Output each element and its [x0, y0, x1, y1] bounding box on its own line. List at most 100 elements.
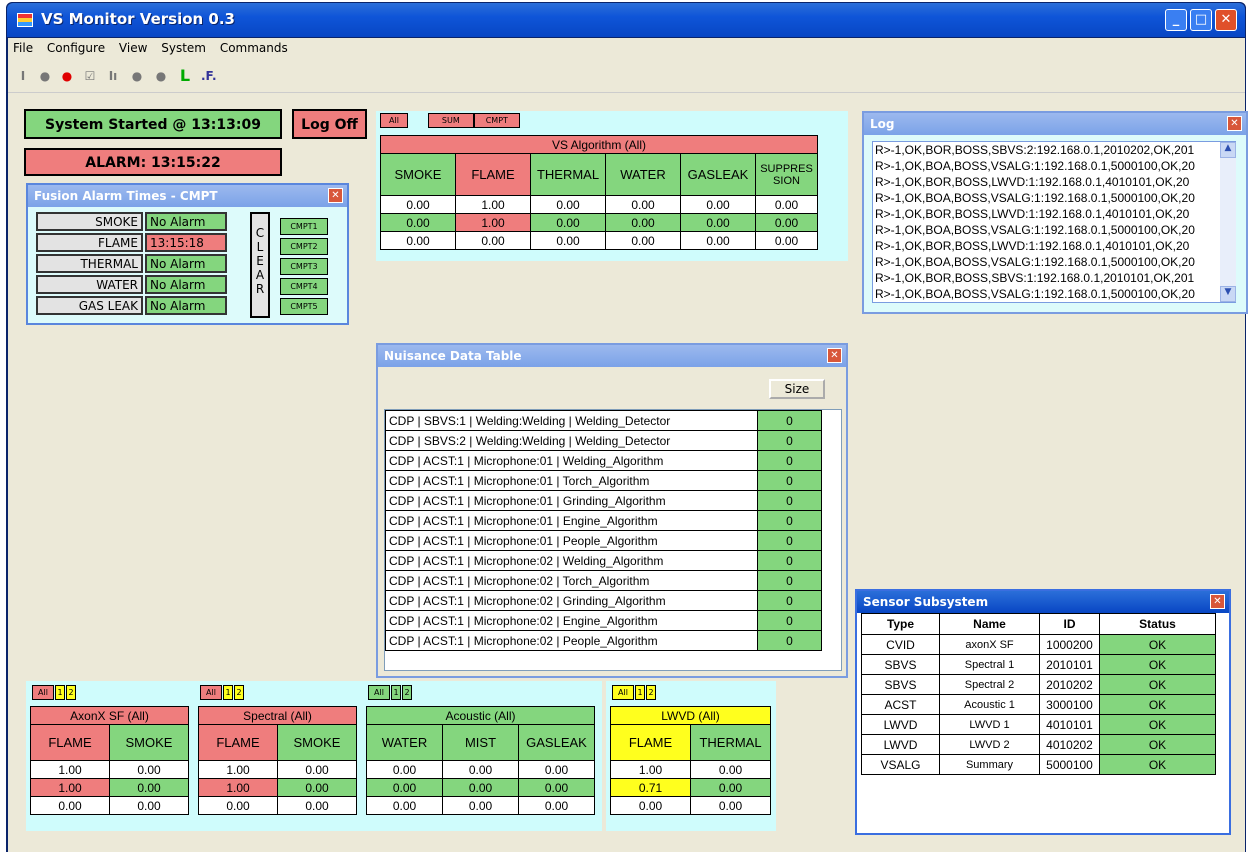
cmpt2-button[interactable]: CMPT2 [280, 238, 328, 255]
cmpt4-button[interactable]: CMPT4 [280, 278, 328, 295]
sensor-close-icon[interactable]: ✕ [1210, 594, 1225, 609]
nuisance-row[interactable]: CDP | ACST:1 | Microphone:02 | Torch_Alg… [385, 570, 822, 591]
block-cell: 0.00 [690, 760, 771, 779]
sensor-row[interactable]: LWVD LWVD 2 4010202 OK [861, 734, 1216, 755]
nuisance-row[interactable]: CDP | ACST:1 | Microphone:02 | Engine_Al… [385, 610, 822, 631]
nuisance-label: CDP | ACST:1 | Microphone:02 | Grinding_… [385, 590, 758, 611]
block-title-row: LWVD (All) [610, 706, 771, 725]
block-cell: 0.00 [277, 778, 357, 797]
toolbar-f-icon[interactable]: .F. [201, 69, 217, 83]
nuisance-row[interactable]: CDP | ACST:1 | Microphone:02 | People_Al… [385, 630, 822, 651]
nuisance-count: 0 [757, 430, 822, 451]
sensor-grid: Type Name ID Status CVID axonX SF 1000200 OK SBV… [861, 613, 1216, 775]
menu-configure[interactable]: Configure [42, 38, 110, 58]
cmpt3-button[interactable]: CMPT3 [280, 258, 328, 275]
log-scrollbar[interactable]: ▲ ▼ [1220, 142, 1236, 302]
vsalg-tab-sum[interactable]: SUM [427, 113, 474, 128]
sensor-cell: OK [1099, 694, 1216, 715]
sensor-row[interactable]: ACST Acoustic 1 3000100 OK [861, 694, 1216, 715]
block-tab-all[interactable]: All [200, 685, 222, 700]
sensor-row[interactable]: SBVS Spectral 2 2010202 OK [861, 674, 1216, 695]
block-row: 0.00 0.00 0.00 [366, 796, 595, 815]
block-tab-all[interactable]: All [32, 685, 54, 700]
cmpt5-button[interactable]: CMPT5 [280, 298, 328, 315]
sensor-row[interactable]: CVID axonX SF 1000200 OK [861, 634, 1216, 655]
nuisance-close-icon[interactable]: ✕ [827, 348, 842, 363]
clear-button[interactable]: C L E A R [250, 212, 270, 318]
sensor-row[interactable]: LWVD LWVD 1 4010101 OK [861, 714, 1216, 735]
block-tab-1[interactable]: 1 [391, 685, 401, 700]
sensor-title-bar: Sensor Subsystem [857, 591, 1229, 613]
fusion-label-flame: FLAME [36, 233, 143, 252]
sensor-row[interactable]: SBVS Spectral 1 2010101 OK [861, 654, 1216, 675]
log-scroll-up-icon[interactable]: ▲ [1220, 142, 1236, 158]
cmpt1-button[interactable]: CMPT1 [280, 218, 328, 235]
nuisance-count: 0 [757, 570, 822, 591]
nuisance-row[interactable]: CDP | ACST:1 | Microphone:02 | Grinding_… [385, 590, 822, 611]
block-title: Acoustic (All) [366, 706, 595, 725]
menu-file[interactable]: File [8, 38, 38, 58]
block-tab-2[interactable]: 2 [402, 685, 412, 700]
toolbar-check-icon[interactable]: ☑ [83, 69, 97, 83]
sensor-cell: 2010101 [1039, 654, 1100, 675]
nuisance-row[interactable]: CDP | SBVS:2 | Welding:Welding | Welding… [385, 430, 822, 451]
sensor-row[interactable]: VSALG Summary 5000100 OK [861, 754, 1216, 775]
block-tab-all[interactable]: All [368, 685, 390, 700]
nuisance-row[interactable]: CDP | ACST:1 | Microphone:01 | Grinding_… [385, 490, 822, 511]
vsalg-cell: 1.00 [455, 195, 531, 214]
block-tab-1[interactable]: 1 [223, 685, 233, 700]
nuisance-row[interactable]: CDP | SBVS:1 | Welding:Welding | Welding… [385, 410, 822, 431]
block-cell: 0.00 [109, 778, 189, 797]
block-cell: 0.00 [518, 796, 595, 815]
log-scroll-down-icon[interactable]: ▼ [1220, 286, 1236, 302]
sensor-cell: OK [1099, 634, 1216, 655]
log-title: Log [870, 117, 895, 131]
nuisance-row[interactable]: CDP | ACST:1 | Microphone:02 | Welding_A… [385, 550, 822, 571]
toolbar-cloud2-icon[interactable]: ● [154, 69, 168, 83]
maximize-button[interactable]: □ [1190, 9, 1212, 31]
log-off-button[interactable]: Log Off [292, 109, 367, 139]
log-close-icon[interactable]: ✕ [1227, 116, 1242, 131]
log-list[interactable]: R>-1,OK,BOR,BOSS,SBVS:2:192.168.0.1,2010… [872, 141, 1236, 303]
block-tab-2[interactable]: 2 [234, 685, 244, 700]
nuisance-label: CDP | SBVS:2 | Welding:Welding | Welding… [385, 430, 758, 451]
title-bar[interactable]: VS Monitor Version 0.3 _ □ ✕ [7, 3, 1245, 37]
block-tab-all[interactable]: All [612, 685, 634, 700]
menu-commands[interactable]: Commands [215, 38, 293, 58]
menu-system[interactable]: System [156, 38, 211, 58]
close-button[interactable]: ✕ [1215, 9, 1237, 31]
nuisance-row[interactable]: CDP | ACST:1 | Microphone:01 | Engine_Al… [385, 510, 822, 531]
block-cell: 0.00 [366, 796, 443, 815]
sensor-col-id: ID [1039, 613, 1100, 635]
nuisance-row[interactable]: CDP | ACST:1 | Microphone:01 | Welding_A… [385, 450, 822, 471]
vsalg-tab-cmpt[interactable]: CMPT [473, 113, 520, 128]
block-tab-2[interactable]: 2 [646, 685, 656, 700]
toolbar-cloud-icon[interactable]: ● [130, 69, 144, 83]
sensor-cell: VSALG [861, 754, 940, 775]
block-tab-1[interactable]: 1 [55, 685, 65, 700]
vsalg-tab-all[interactable]: All [380, 113, 408, 128]
nuisance-row[interactable]: CDP | ACST:1 | Microphone:01 | People_Al… [385, 530, 822, 551]
nuisance-row[interactable]: CDP | ACST:1 | Microphone:01 | Torch_Alg… [385, 470, 822, 491]
minimize-button[interactable]: _ [1165, 9, 1187, 31]
toolbar-record-icon[interactable]: ● [60, 69, 74, 83]
block-row: 0.00 0.00 [198, 796, 357, 815]
sensor-block-1: All 1 2 Spectral (All) FLAME SMOKE 1.00 0.00 1.0… [194, 681, 362, 831]
block-tab-1[interactable]: 1 [635, 685, 645, 700]
toolbar-graph-icon[interactable]: Iı [106, 69, 120, 83]
vsalg-cell: 0.00 [380, 213, 456, 232]
toolbar-l-icon[interactable]: L [178, 68, 192, 84]
sensor-cell: SBVS [861, 674, 940, 695]
toolbar-i-icon[interactable]: I [16, 69, 30, 83]
vs-algorithm-panel: All SUM CMPT VS Algorithm (All) SMOKE FLAME… [376, 111, 848, 261]
block-tab-2[interactable]: 2 [66, 685, 76, 700]
vsalg-cell: 0.00 [755, 231, 818, 250]
sensor-block-0: All 1 2 AxonX SF (All) FLAME SMOKE 1.00 0.00 1.0… [26, 681, 194, 831]
nuisance-count: 0 [757, 510, 822, 531]
sensor-cell: CVID [861, 634, 940, 655]
vsalg-row: 0.00 1.00 0.00 0.00 0.00 0.00 [380, 213, 818, 232]
fusion-close-icon[interactable]: ✕ [328, 188, 343, 203]
toolbar-gray-dot-icon[interactable]: ● [38, 69, 52, 83]
menu-view[interactable]: View [114, 38, 152, 58]
size-button[interactable]: Size [769, 379, 825, 399]
